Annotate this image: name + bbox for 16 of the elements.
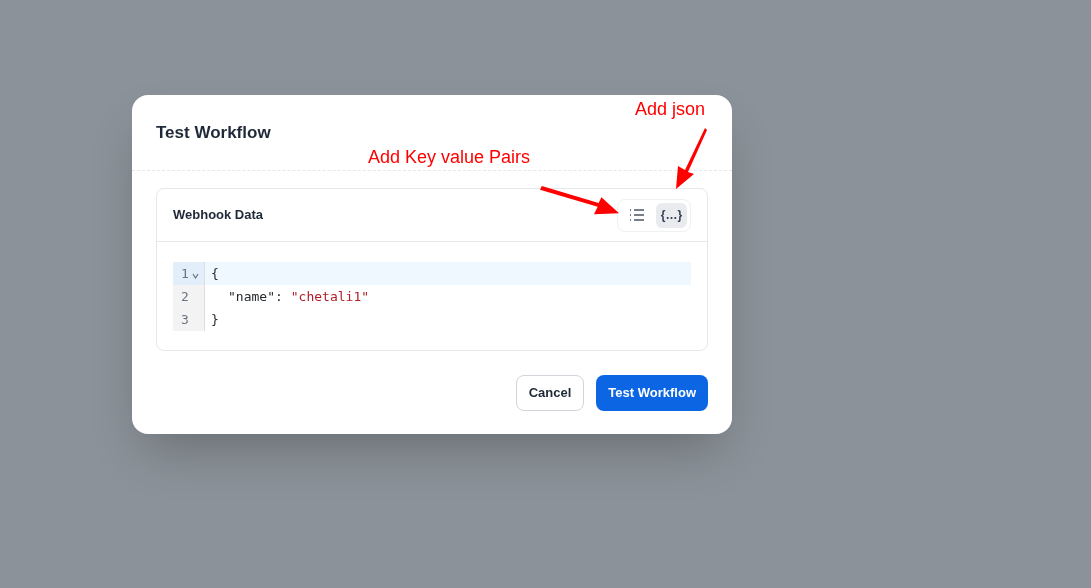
code-line: } (210, 310, 219, 329)
cancel-button[interactable]: Cancel (515, 375, 585, 411)
test-workflow-button[interactable]: Test Workflow (596, 375, 708, 411)
code-line: "name": "chetali1" (227, 287, 370, 306)
line-number: 3 (181, 310, 189, 329)
list-icon (628, 209, 645, 221)
annotation-label: Add json (635, 98, 706, 121)
code-line: { (210, 264, 219, 283)
line-number: 1 (181, 264, 189, 283)
card-title: Webhook Data (173, 206, 264, 225)
dialog-title: Test Workflow (156, 121, 271, 144)
json-view-button[interactable]: {…} (656, 202, 687, 228)
annotation-label: Add Key value Pairs (368, 146, 531, 169)
fold-icon (191, 273, 199, 279)
code-editor[interactable]: 1 { 2 "name": "chetali1" 3 } (173, 262, 691, 331)
line-number: 2 (181, 287, 189, 306)
